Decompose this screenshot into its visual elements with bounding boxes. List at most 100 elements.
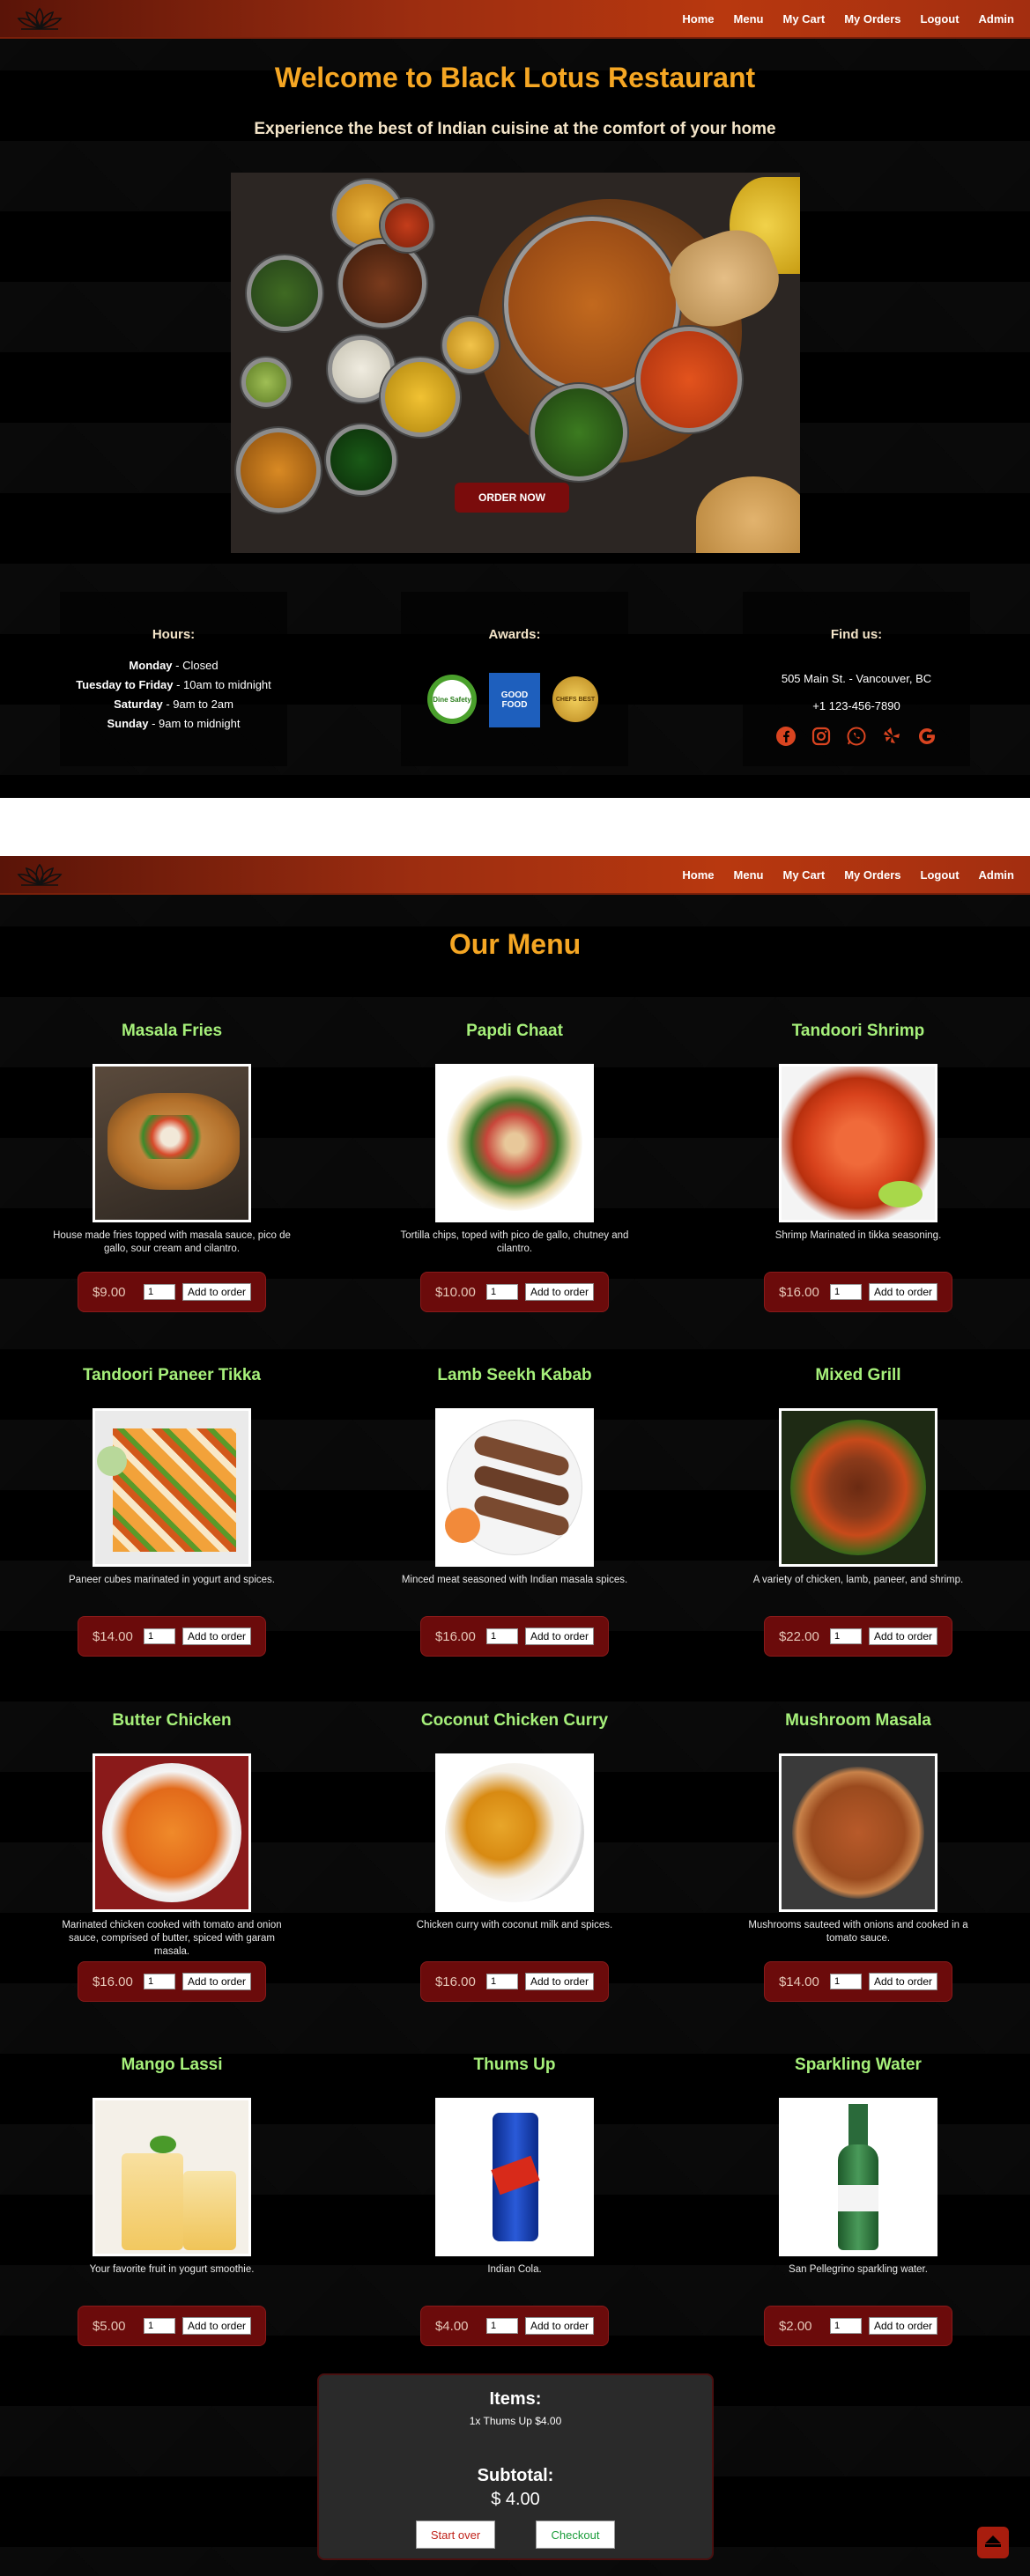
quantity-input[interactable] — [829, 1628, 862, 1644]
whatsapp-icon[interactable] — [845, 725, 868, 748]
item-name: Thums Up — [473, 2056, 556, 2074]
menu-item: Mango Lassi Your favorite fruit in yogur… — [40, 2056, 304, 2346]
instagram-icon[interactable] — [810, 725, 833, 748]
cart-summary: Items: 1x Thums Up $4.00 Subtotal: $ 4.0… — [317, 2373, 714, 2560]
add-to-order-button[interactable]: Add to order — [182, 1283, 252, 1301]
item-name: Tandoori Shrimp — [791, 1022, 925, 1040]
subtotal-title: Subtotal: — [477, 2466, 554, 2485]
item-image — [93, 1064, 251, 1222]
item-description: Marinated chicken cooked with tomato and… — [62, 1920, 282, 1957]
item-name: Mango Lassi — [121, 2056, 223, 2074]
menu-item: Masala Fries House made fries topped wit… — [40, 1022, 304, 1312]
add-to-order-button[interactable]: Add to order — [868, 2317, 938, 2335]
item-price: $9.00 — [92, 1284, 126, 1300]
cart-items-title: Items: — [489, 2389, 542, 2409]
yelp-icon[interactable] — [880, 725, 903, 748]
quantity-input[interactable] — [829, 1974, 862, 1989]
item-image — [435, 2098, 594, 2256]
nav-my-cart[interactable]: My Cart — [783, 868, 826, 882]
quantity-input[interactable] — [143, 1974, 175, 1989]
item-name: Lamb Seekh Kabab — [437, 1366, 592, 1384]
menu-item: Papdi Chaat Tortilla chips, toped with p… — [382, 1022, 647, 1312]
item-price: $16.00 — [778, 1284, 819, 1300]
tagline: Experience the best of Indian cuisine at… — [254, 120, 776, 138]
quantity-input[interactable] — [143, 2318, 175, 2334]
price-box: $16.00 Add to order — [764, 1272, 952, 1312]
add-to-order-button[interactable]: Add to order — [524, 2317, 595, 2335]
award-badge-dine-safety: Dine Safety — [427, 675, 477, 724]
order-now-button[interactable]: ORDER NOW — [455, 483, 569, 513]
price-box: $22.00 Add to order — [764, 1616, 952, 1657]
price-box: $16.00 Add to order — [420, 1616, 609, 1657]
menu-item: Thums Up Indian Cola. $4.00 Add to order — [382, 2056, 647, 2346]
nav-logout[interactable]: Logout — [921, 868, 960, 882]
price-box: $16.00 Add to order — [78, 1961, 266, 2002]
nav-my-cart[interactable]: My Cart — [783, 12, 826, 26]
nav-home[interactable]: Home — [682, 12, 714, 26]
item-image — [779, 1753, 937, 1912]
add-to-order-button[interactable]: Add to order — [868, 1628, 938, 1645]
item-price: $16.00 — [92, 1974, 133, 1989]
quantity-input[interactable] — [485, 1628, 518, 1644]
google-icon[interactable] — [915, 725, 938, 748]
add-to-order-button[interactable]: Add to order — [182, 2317, 252, 2335]
nav-my-orders[interactable]: My Orders — [844, 868, 900, 882]
add-to-order-button[interactable]: Add to order — [524, 1628, 595, 1645]
add-to-order-button[interactable]: Add to order — [182, 1973, 252, 1990]
quantity-input[interactable] — [485, 1974, 518, 1989]
item-name: Masala Fries — [121, 1022, 223, 1040]
item-description: Indian Cola. — [487, 2264, 542, 2275]
address: 505 Main St. - Vancouver, BC — [781, 672, 932, 685]
add-to-order-button[interactable]: Add to order — [524, 1283, 595, 1301]
hours-row: Sunday - 9am to midnight — [107, 717, 241, 730]
nav-admin[interactable]: Admin — [979, 12, 1014, 26]
item-name: Papdi Chaat — [466, 1022, 563, 1040]
subtotal-value: $ 4.00 — [491, 2490, 540, 2509]
item-price: $10.00 — [434, 1284, 476, 1300]
item-image — [779, 1064, 937, 1222]
item-price: $2.00 — [778, 2318, 812, 2334]
nav-admin[interactable]: Admin — [979, 868, 1014, 882]
awards-panel: Awards: Dine Safety GOOD FOOD CHEFS BEST — [401, 592, 628, 766]
scroll-to-top-button[interactable] — [977, 2527, 1009, 2558]
add-to-order-button[interactable]: Add to order — [524, 1973, 595, 1990]
item-image — [93, 1753, 251, 1912]
nav-home[interactable]: Home — [682, 868, 714, 882]
home-screen: Home Menu My Cart My Orders Logout Admin… — [0, 0, 1030, 798]
item-image — [93, 1408, 251, 1567]
add-to-order-button[interactable]: Add to order — [868, 1973, 938, 1990]
checkout-button[interactable]: Checkout — [536, 2521, 615, 2549]
hours-row: Monday - Closed — [129, 659, 219, 672]
item-price: $5.00 — [92, 2318, 126, 2334]
quantity-input[interactable] — [829, 1284, 862, 1300]
item-description: A variety of chicken, lamb, paneer, and … — [752, 1575, 964, 1585]
item-description: San Pellegrino sparkling water. — [789, 2264, 928, 2275]
price-box: $4.00 Add to order — [420, 2306, 609, 2346]
item-description: Tortilla chips, toped with pico de gallo… — [400, 1230, 629, 1254]
add-to-order-button[interactable]: Add to order — [182, 1628, 252, 1645]
quantity-input[interactable] — [829, 2318, 862, 2334]
item-image — [779, 1408, 937, 1567]
quantity-input[interactable] — [485, 2318, 518, 2334]
item-description: Minced meat seasoned with Indian masala … — [401, 1575, 628, 1585]
item-image — [435, 1753, 594, 1912]
nav-menu[interactable]: Menu — [734, 12, 764, 26]
quantity-input[interactable] — [143, 1284, 175, 1300]
start-over-button[interactable]: Start over — [416, 2521, 495, 2549]
nav-menu[interactable]: Menu — [734, 868, 764, 882]
facebook-icon[interactable] — [774, 725, 797, 748]
menu-item: Butter Chicken Marinated chicken cooked … — [40, 1711, 304, 2002]
item-description: House made fries topped with masala sauc… — [53, 1230, 291, 1254]
phone: +1 123-456-7890 — [812, 699, 900, 712]
lotus-logo-icon[interactable] — [16, 860, 63, 889]
item-name: Tandoori Paneer Tikka — [82, 1366, 262, 1384]
quantity-input[interactable] — [143, 1628, 175, 1644]
add-to-order-button[interactable]: Add to order — [868, 1283, 938, 1301]
lotus-logo-icon[interactable] — [16, 4, 63, 33]
menu-item: Mushroom Masala Mushrooms sauteed with o… — [726, 1711, 990, 2002]
nav-my-orders[interactable]: My Orders — [844, 12, 900, 26]
nav-logout[interactable]: Logout — [921, 12, 960, 26]
quantity-input[interactable] — [485, 1284, 518, 1300]
item-description: Paneer cubes marinated in yogurt and spi… — [69, 1575, 275, 1585]
award-badge-chefs-best: CHEFS BEST — [552, 676, 598, 722]
